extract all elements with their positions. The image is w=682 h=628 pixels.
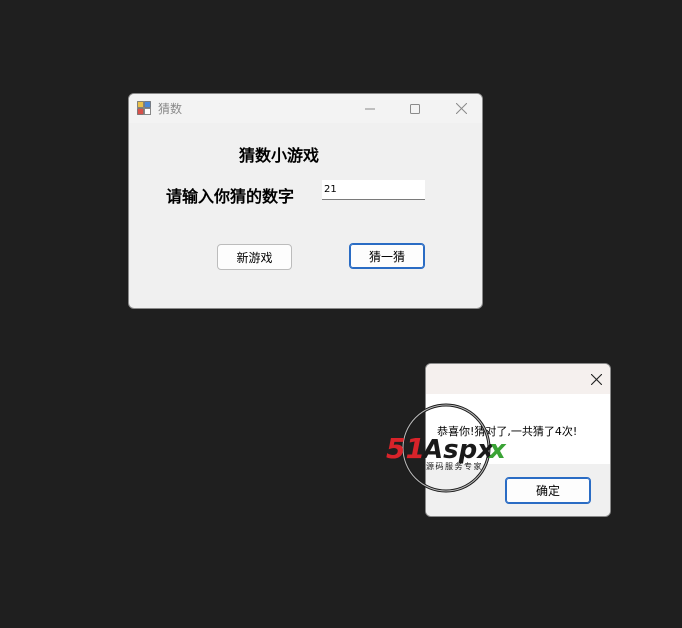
watermark-logo: 51 Aspx x 源码服务专家 [386, 403, 507, 493]
game-window: 猜数 猜数小游戏 请输入你猜的数字 新游戏 猜一猜 [128, 93, 483, 309]
app-icon [137, 101, 151, 115]
svg-text:源码服务专家: 源码服务专家 [426, 461, 483, 471]
svg-text:x: x [487, 435, 507, 465]
dialog-close-button[interactable] [581, 364, 610, 394]
desktop: 猜数 猜数小游戏 请输入你猜的数字 新游戏 猜一猜 [0, 0, 682, 628]
guess-prompt-label: 请输入你猜的数字 [166, 187, 295, 206]
maximize-icon [410, 103, 420, 114]
new-game-button[interactable]: 新游戏 [217, 244, 292, 270]
minimize-icon [365, 108, 375, 109]
game-heading: 猜数小游戏 [239, 146, 320, 165]
title-bar: 猜数 [129, 94, 482, 123]
dialog-title-bar [426, 364, 610, 394]
window-title: 猜数 [158, 102, 183, 116]
guess-button[interactable]: 猜一猜 [349, 243, 425, 269]
close-icon [590, 373, 602, 385]
ok-button[interactable]: 确定 [505, 477, 591, 504]
close-button[interactable] [438, 94, 482, 123]
guess-input[interactable] [322, 180, 425, 200]
svg-text:51: 51 [386, 432, 425, 465]
svg-text:Aspx: Aspx [421, 435, 495, 465]
minimize-button[interactable] [347, 94, 393, 123]
maximize-button[interactable] [392, 94, 438, 123]
close-icon [455, 103, 467, 114]
